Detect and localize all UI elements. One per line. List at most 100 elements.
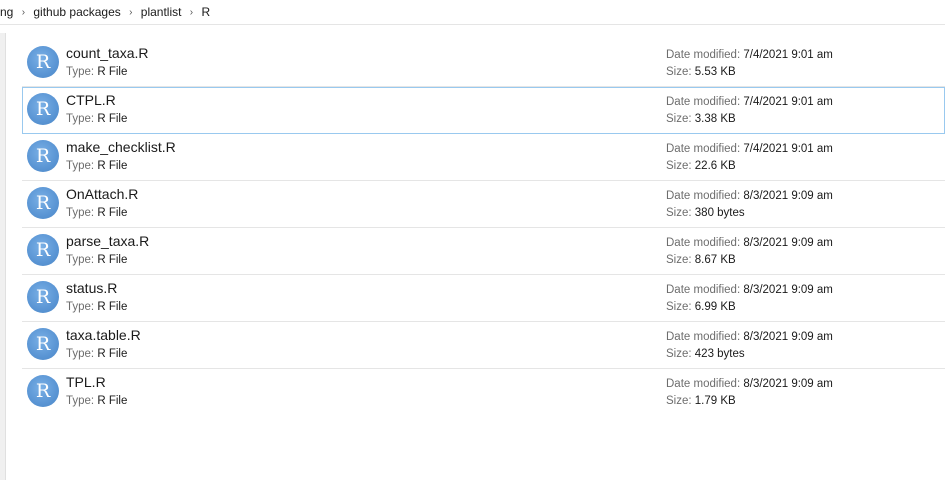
- file-name: CTPL.R: [66, 92, 116, 108]
- date-modified-value: 8/3/2021 9:09 am: [743, 190, 833, 202]
- size-value: 380 bytes: [694, 207, 745, 219]
- file-row-parse-taxa[interactable]: R parse_taxa.R Type: R File Date modifie…: [22, 228, 945, 275]
- file-name: parse_taxa.R: [66, 233, 150, 249]
- date-modified-value: 7/4/2021 9:01 am: [743, 143, 833, 155]
- file-row-status[interactable]: R status.R Type: R File Date modified: 8…: [22, 275, 945, 322]
- breadcrumb-item-github-packages[interactable]: github packages: [30, 5, 123, 19]
- r-file-icon: R: [27, 187, 59, 219]
- size-value: 5.53 KB: [694, 66, 736, 78]
- date-modified-label: Date modified:: [666, 143, 741, 155]
- file-list: R count_taxa.R Type: R File Date modifie…: [22, 40, 945, 416]
- date-modified-value: 8/3/2021 9:09 am: [743, 284, 833, 296]
- type-label: Type:: [66, 66, 95, 78]
- breadcrumb-item-plantlist[interactable]: plantlist: [138, 5, 185, 19]
- file-type: Type: R File: [66, 395, 127, 407]
- size-label: Size:: [666, 160, 692, 172]
- size-label: Size:: [666, 395, 692, 407]
- file-name: TPL.R: [66, 374, 106, 390]
- file-type: Type: R File: [66, 254, 127, 266]
- file-type: Type: R File: [66, 348, 127, 360]
- date-modified-label: Date modified:: [666, 49, 741, 61]
- size-label: Size:: [666, 254, 692, 266]
- chevron-right-icon[interactable]: ›: [184, 7, 198, 18]
- r-file-icon: R: [27, 234, 59, 266]
- type-label: Type:: [66, 254, 95, 266]
- size-label: Size:: [666, 301, 692, 313]
- file-name: make_checklist.R: [66, 139, 176, 155]
- file-size: Size: 8.67 KB: [666, 254, 736, 266]
- breadcrumb-item-parent[interactable]: ng: [0, 5, 16, 19]
- breadcrumb-item-r[interactable]: R: [198, 5, 213, 19]
- file-type: Type: R File: [66, 66, 127, 78]
- file-name: count_taxa.R: [66, 45, 149, 61]
- file-row-count-taxa[interactable]: R count_taxa.R Type: R File Date modifie…: [22, 40, 945, 87]
- size-value: 3.38 KB: [694, 113, 736, 125]
- r-file-icon: R: [27, 93, 59, 125]
- type-label: Type:: [66, 395, 95, 407]
- size-label: Size:: [666, 113, 692, 125]
- size-value: 8.67 KB: [694, 254, 736, 266]
- breadcrumb: ng › github packages › plantlist › R: [0, 0, 945, 25]
- file-row-ctpl[interactable]: R CTPL.R Type: R File Date modified: 7/4…: [22, 87, 945, 134]
- date-modified-label: Date modified:: [666, 378, 741, 390]
- file-type: Type: R File: [66, 160, 127, 172]
- date-modified: Date modified: 8/3/2021 9:09 am: [666, 378, 833, 390]
- size-value: 1.79 KB: [694, 395, 736, 407]
- file-name: taxa.table.R: [66, 327, 141, 343]
- size-value: 423 bytes: [694, 348, 745, 360]
- type-label: Type:: [66, 301, 95, 313]
- chevron-right-icon[interactable]: ›: [124, 7, 138, 18]
- file-size: Size: 5.53 KB: [666, 66, 736, 78]
- file-type: Type: R File: [66, 113, 127, 125]
- date-modified-label: Date modified:: [666, 190, 741, 202]
- type-label: Type:: [66, 207, 95, 219]
- date-modified-value: 7/4/2021 9:01 am: [743, 96, 833, 108]
- chevron-right-icon[interactable]: ›: [16, 7, 30, 18]
- date-modified-label: Date modified:: [666, 331, 741, 343]
- file-size: Size: 380 bytes: [666, 207, 745, 219]
- file-row-make-checklist[interactable]: R make_checklist.R Type: R File Date mod…: [22, 134, 945, 181]
- file-size: Size: 6.99 KB: [666, 301, 736, 313]
- date-modified-value: 8/3/2021 9:09 am: [743, 378, 833, 390]
- date-modified-value: 8/3/2021 9:09 am: [743, 237, 833, 249]
- file-type: Type: R File: [66, 207, 127, 219]
- navigation-pane-edge[interactable]: [0, 33, 6, 480]
- date-modified-value: 8/3/2021 9:09 am: [743, 331, 833, 343]
- type-value: R File: [97, 395, 128, 407]
- type-value: R File: [97, 254, 128, 266]
- date-modified: Date modified: 7/4/2021 9:01 am: [666, 143, 833, 155]
- date-modified-value: 7/4/2021 9:01 am: [743, 49, 833, 61]
- size-label: Size:: [666, 207, 692, 219]
- r-file-icon: R: [27, 375, 59, 407]
- file-size: Size: 22.6 KB: [666, 160, 736, 172]
- date-modified-label: Date modified:: [666, 96, 741, 108]
- size-label: Size:: [666, 348, 692, 360]
- type-value: R File: [97, 207, 128, 219]
- file-size: Size: 3.38 KB: [666, 113, 736, 125]
- size-value: 6.99 KB: [694, 301, 736, 313]
- file-row-tpl[interactable]: R TPL.R Type: R File Date modified: 8/3/…: [22, 369, 945, 416]
- type-label: Type:: [66, 348, 95, 360]
- date-modified: Date modified: 8/3/2021 9:09 am: [666, 237, 833, 249]
- file-name: OnAttach.R: [66, 186, 139, 202]
- file-type: Type: R File: [66, 301, 127, 313]
- size-value: 22.6 KB: [694, 160, 736, 172]
- file-row-taxa-table[interactable]: R taxa.table.R Type: R File Date modifie…: [22, 322, 945, 369]
- date-modified: Date modified: 7/4/2021 9:01 am: [666, 96, 833, 108]
- type-value: R File: [97, 348, 128, 360]
- date-modified: Date modified: 8/3/2021 9:09 am: [666, 331, 833, 343]
- r-file-icon: R: [27, 140, 59, 172]
- r-file-icon: R: [27, 46, 59, 78]
- date-modified: Date modified: 8/3/2021 9:09 am: [666, 190, 833, 202]
- file-size: Size: 423 bytes: [666, 348, 745, 360]
- date-modified-label: Date modified:: [666, 284, 741, 296]
- type-value: R File: [97, 160, 128, 172]
- type-value: R File: [97, 66, 128, 78]
- file-row-onattach[interactable]: R OnAttach.R Type: R File Date modified:…: [22, 181, 945, 228]
- type-label: Type:: [66, 113, 95, 125]
- r-file-icon: R: [27, 328, 59, 360]
- date-modified: Date modified: 7/4/2021 9:01 am: [666, 49, 833, 61]
- file-name: status.R: [66, 280, 118, 296]
- type-label: Type:: [66, 160, 95, 172]
- date-modified-label: Date modified:: [666, 237, 741, 249]
